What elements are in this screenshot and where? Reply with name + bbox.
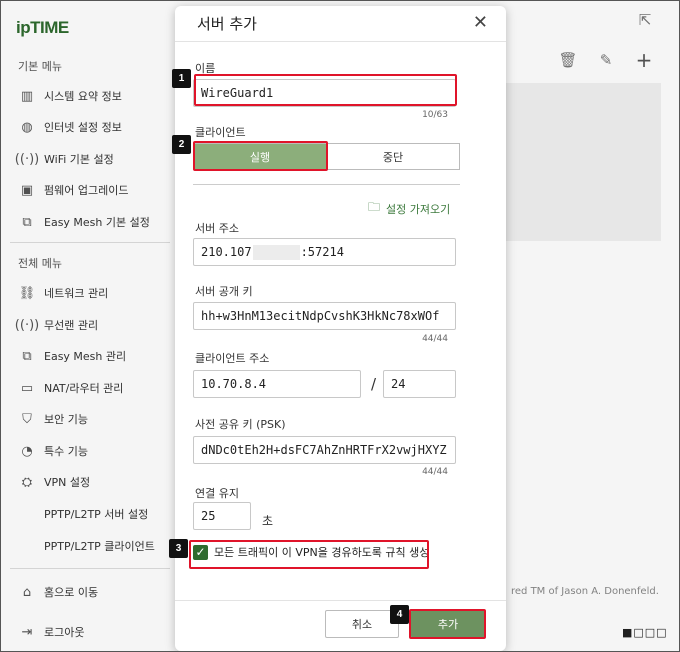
step-badge-2: 2 (172, 135, 191, 154)
keepalive-unit: 초 (262, 514, 274, 528)
server-address-input[interactable]: 210.107 :57214 (193, 238, 456, 266)
highlight-route-checkbox (189, 540, 429, 569)
client-address-label: 클라이언트 주소 (195, 352, 270, 365)
server-public-key-label: 서버 공개 키 (195, 285, 253, 298)
highlight-run-option (193, 141, 328, 171)
screen-frame: ipTIME 기본 메뉴 ▥ 시스템 요약 정보 ◍ 인터넷 설정 정보 ((·… (0, 0, 680, 652)
close-icon[interactable]: ✕ (473, 12, 488, 33)
client-label: 클라이언트 (195, 126, 246, 139)
step-badge-1: 1 (172, 69, 191, 88)
client-mask-input[interactable]: 24 (383, 370, 456, 398)
redacted-block (252, 244, 300, 260)
cancel-button[interactable]: 취소 (325, 610, 399, 638)
server-public-key-input[interactable]: hh+w3HnM13ecitNdpCvshK3HkNc78xWOf (193, 302, 456, 330)
name-char-counter: 10/63 (422, 110, 448, 120)
keepalive-label: 연결 유지 (195, 487, 239, 500)
dialog-title: 서버 추가 (197, 15, 257, 33)
psk-input[interactable]: dNDc0tEh2H+dsFC7AhZnHRTFrX2vwjHXYZ (193, 436, 456, 464)
highlight-add-button (409, 609, 486, 639)
fetch-settings-label: 설정 가져오기 (386, 202, 451, 216)
server-address-prefix: 210.107 (201, 245, 252, 259)
psk-counter: 44/44 (422, 467, 448, 477)
address-slash: / (371, 375, 377, 393)
step-badge-4: 4 (390, 605, 409, 624)
server-address-suffix: :57214 (300, 245, 344, 259)
step-badge-3: 3 (169, 539, 188, 558)
fetch-settings-link[interactable]: 🗀 설정 가져오기 (368, 198, 450, 219)
server-address-label: 서버 주소 (195, 222, 239, 235)
dialog-header: 서버 추가 ✕ (175, 6, 506, 42)
highlight-name-field (194, 74, 457, 106)
stop-option[interactable]: 중단 (326, 144, 459, 169)
folder-icon: 🗀 (368, 200, 381, 214)
psk-label: 사전 공유 키 (PSK) (195, 418, 286, 431)
client-address-input[interactable]: 10.70.8.4 (193, 370, 361, 398)
public-key-counter: 44/44 (422, 334, 448, 344)
section-divider (193, 184, 460, 185)
keepalive-input[interactable]: 25 (193, 502, 251, 530)
